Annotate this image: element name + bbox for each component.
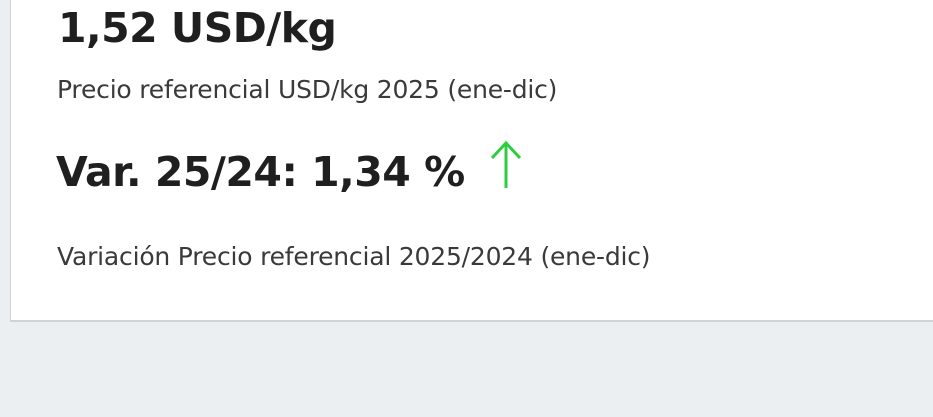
price-description: Precio referencial USD/kg 2025 (ene-dic) [57,75,558,104]
variation-row: Var. 25/24: 1,34 % [56,140,523,196]
price-value: 1,52 USD/kg [58,4,337,52]
variation-value: Var. 25/24: 1,34 % [56,148,465,196]
variation-description: Variación Precio referencial 2025/2024 (… [57,242,651,271]
arrow-up-icon [489,138,523,190]
price-card: 1,52 USD/kg Precio referencial USD/kg 20… [10,0,933,322]
